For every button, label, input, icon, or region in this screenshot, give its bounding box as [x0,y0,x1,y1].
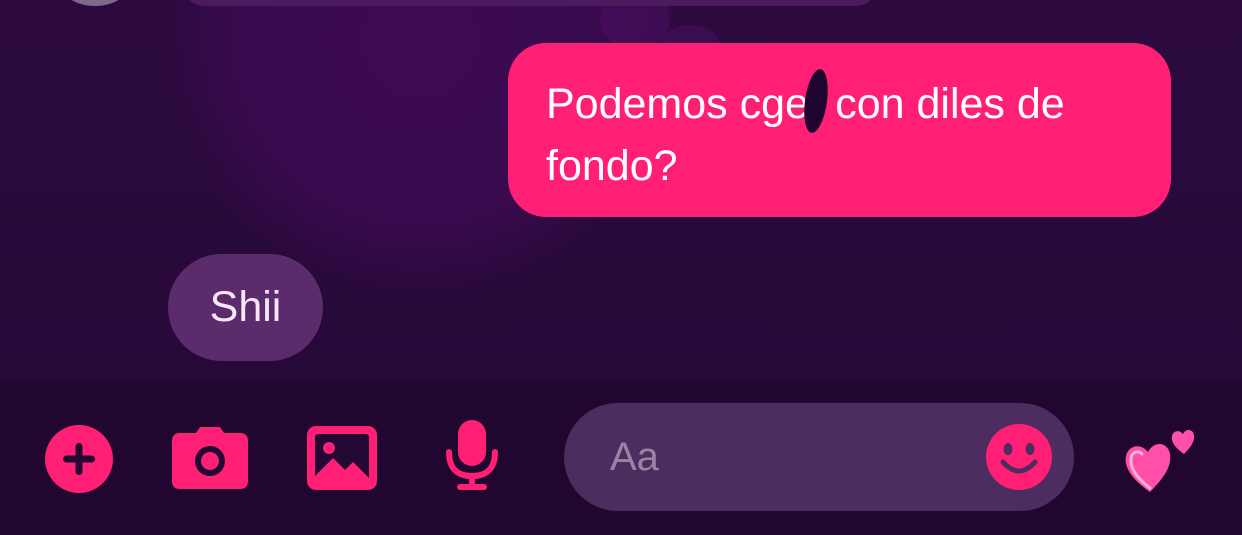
like-button[interactable] [1122,420,1202,496]
previous-message-bubble[interactable] [185,0,875,6]
outgoing-message-bubble[interactable]: Podemos cger con diles de fondo? [508,43,1171,217]
camera-button[interactable] [172,427,248,489]
image-icon [307,426,377,490]
gallery-button[interactable] [307,426,377,490]
microphone-button[interactable] [444,420,500,492]
emoji-icon [986,424,1052,490]
emoji-button[interactable] [986,424,1052,490]
camera-icon [172,427,248,489]
add-button[interactable] [44,424,114,494]
microphone-icon [446,420,498,490]
message-text: Shii [209,283,282,331]
add-icon [45,425,113,493]
two-hearts-icon [1125,429,1195,492]
message-input-container[interactable] [564,403,1074,511]
avatar[interactable] [60,0,130,6]
message-input[interactable] [610,403,990,511]
chat-screen: Podemos cger con diles de fondo? Shii [0,0,1242,535]
incoming-message-bubble[interactable]: Shii [168,254,323,361]
